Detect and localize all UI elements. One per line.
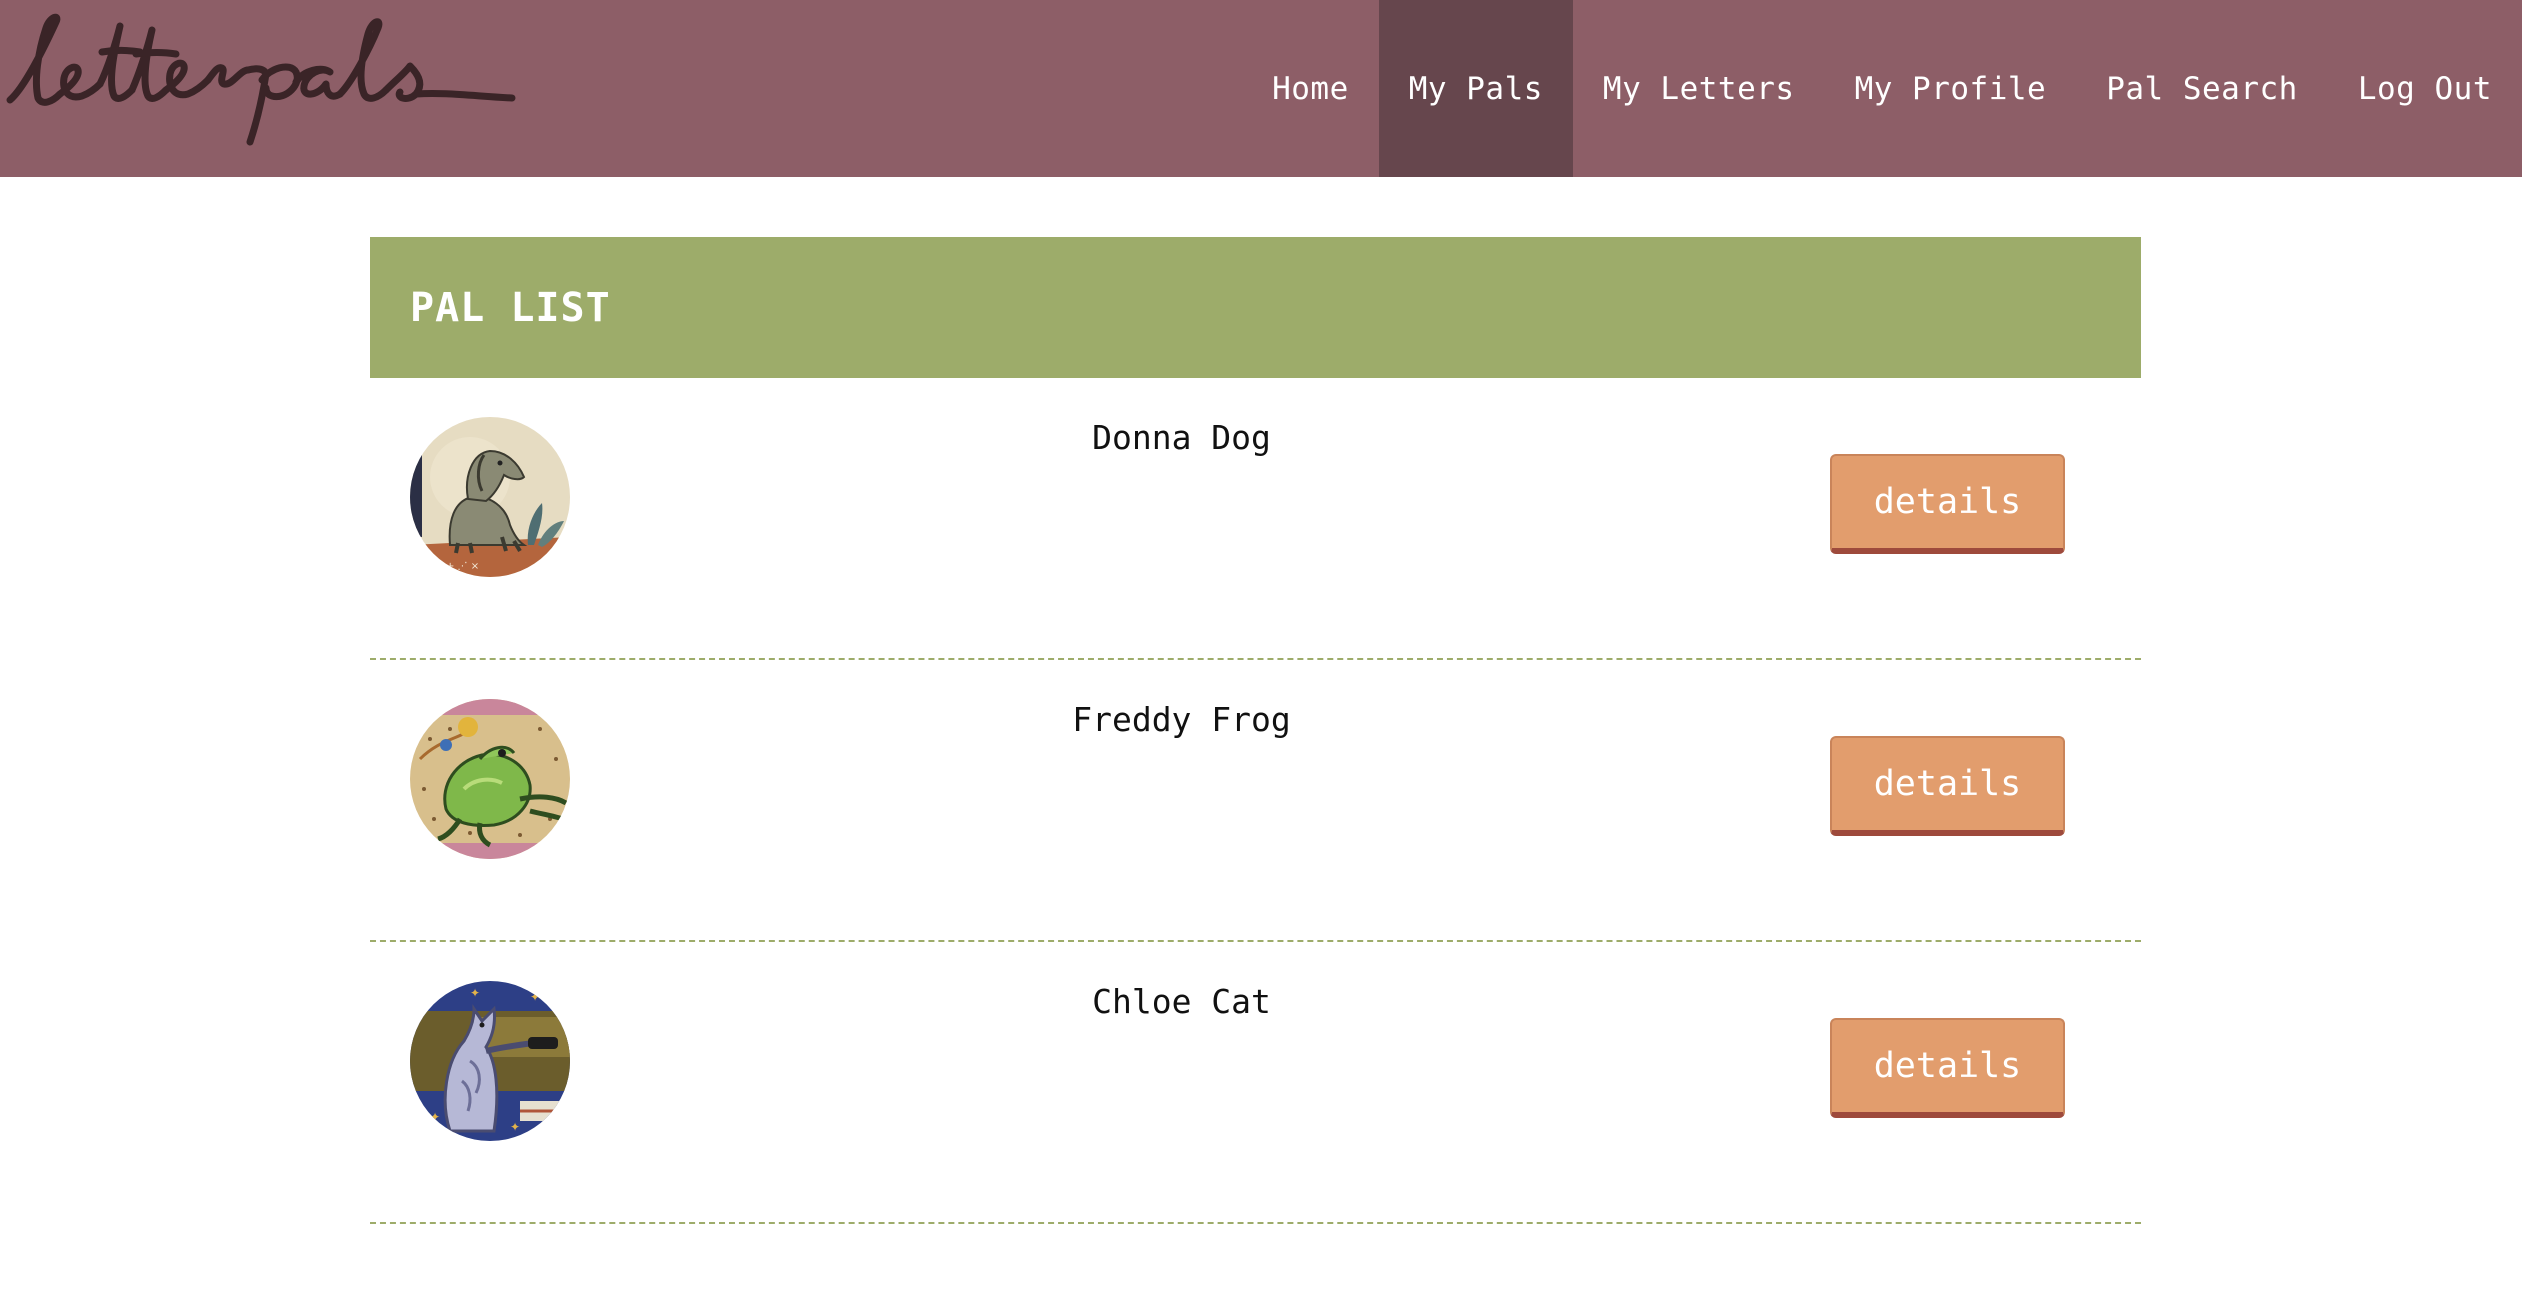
svg-text:✦: ✦ [430, 1110, 440, 1124]
pal-list-header: PAL LIST [370, 237, 2141, 378]
details-button-donna-dog[interactable]: details [1830, 454, 2065, 554]
pal-name: Chloe Cat [1092, 982, 1271, 1021]
nav-log-out[interactable]: Log Out [2328, 0, 2522, 177]
nav-my-letters[interactable]: My Letters [1573, 0, 1825, 177]
details-button-chloe-cat[interactable]: details [1830, 1018, 2065, 1118]
pal-name: Freddy Frog [1072, 700, 1291, 739]
pal-list-item: Freddy Frog details [370, 660, 2141, 942]
svg-text:✦: ✦ [510, 1120, 520, 1134]
details-button-freddy-frog[interactable]: details [1830, 736, 2065, 836]
main-nav: Home My Pals My Letters My Profile Pal S… [1242, 0, 2522, 177]
nav-home[interactable]: Home [1242, 0, 1379, 177]
letterpals-logo[interactable] [4, 8, 524, 148]
pal-list-item: ✦ ✦ ✦ ✦ ✦ ✦ Chloe Cat details [370, 942, 2141, 1224]
nav-my-profile[interactable]: My Profile [1825, 0, 2077, 177]
nav-my-pals[interactable]: My Pals [1378, 0, 1573, 177]
page-title: PAL LIST [410, 284, 611, 331]
top-navbar: Home My Pals My Letters My Profile Pal S… [0, 0, 2522, 177]
pal-list-item: + ⋰ × Donna Dog details [370, 378, 2141, 660]
nav-pal-search[interactable]: Pal Search [2076, 0, 2328, 177]
pal-list-card: PAL LIST + ⋰ × Donna Dog details Freddy … [370, 237, 2141, 1224]
svg-text:+ ⋰ ×: + ⋰ × [446, 561, 479, 572]
pal-name: Donna Dog [1092, 418, 1271, 457]
